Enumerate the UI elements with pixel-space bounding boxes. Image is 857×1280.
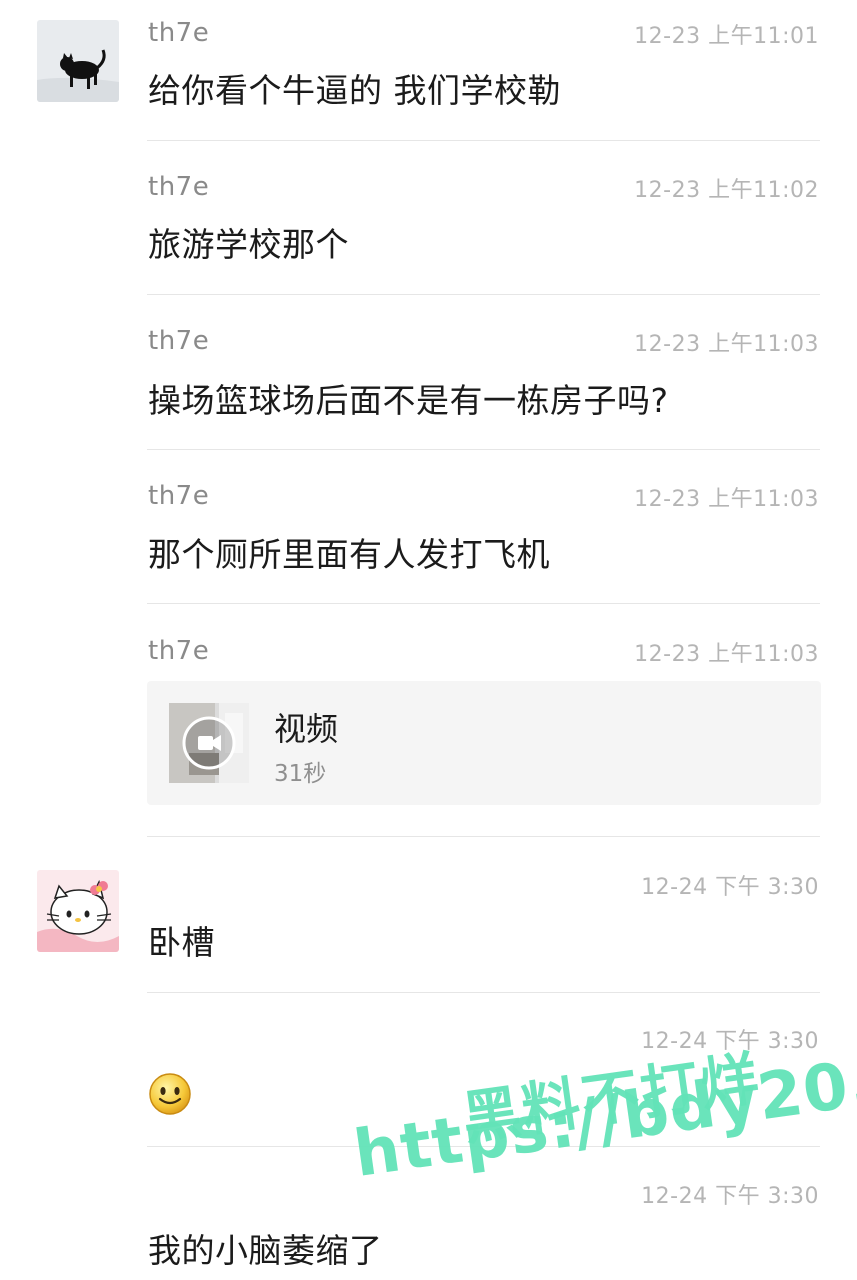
divider (147, 140, 820, 141)
message-text[interactable]: 那个厕所里面有人发打飞机 (148, 528, 550, 576)
message-timestamp: 12-23 上午11:02 (634, 178, 819, 203)
chat-history-page: th7e 12-23 上午11:01 给你看个牛逼的 我们学校勒 th7e 12… (0, 0, 857, 1280)
message-timestamp: 12-23 上午11:03 (634, 642, 819, 667)
divider (147, 294, 820, 295)
message-timestamp: 12-24 下午 3:30 (641, 1184, 819, 1209)
divider (147, 992, 820, 993)
video-duration: 31秒 (274, 761, 327, 787)
smile-emoji-icon[interactable] (148, 1072, 192, 1116)
message-text[interactable]: 给你看个牛逼的 我们学校勒 (148, 64, 561, 112)
message-timestamp: 12-23 上午11:03 (634, 487, 819, 512)
message-text[interactable]: 操场篮球场后面不是有一栋房子吗? (148, 374, 669, 422)
message-text[interactable]: 我的小脑萎缩了 (148, 1224, 383, 1272)
message-sender: th7e (148, 18, 210, 48)
video-message-card[interactable]: 视频 31秒 (147, 681, 821, 805)
message-text[interactable]: 卧槽 (148, 916, 215, 964)
message-sender: th7e (148, 636, 210, 666)
message-sender: th7e (148, 481, 210, 511)
message-timestamp: 12-24 下午 3:30 (641, 875, 819, 900)
message-sender: th7e (148, 326, 210, 356)
divider (147, 449, 820, 450)
video-title: 视频 (274, 710, 339, 748)
avatar-hello-kitty[interactable] (37, 870, 119, 952)
video-thumbnail[interactable] (169, 703, 249, 783)
message-timestamp: 12-23 上午11:03 (634, 332, 819, 357)
divider (147, 836, 820, 837)
message-timestamp: 12-23 上午11:01 (634, 24, 819, 49)
avatar-black-cat[interactable] (37, 20, 119, 102)
message-text[interactable]: 旅游学校那个 (148, 218, 349, 266)
divider (147, 603, 820, 604)
message-sender: th7e (148, 172, 210, 202)
